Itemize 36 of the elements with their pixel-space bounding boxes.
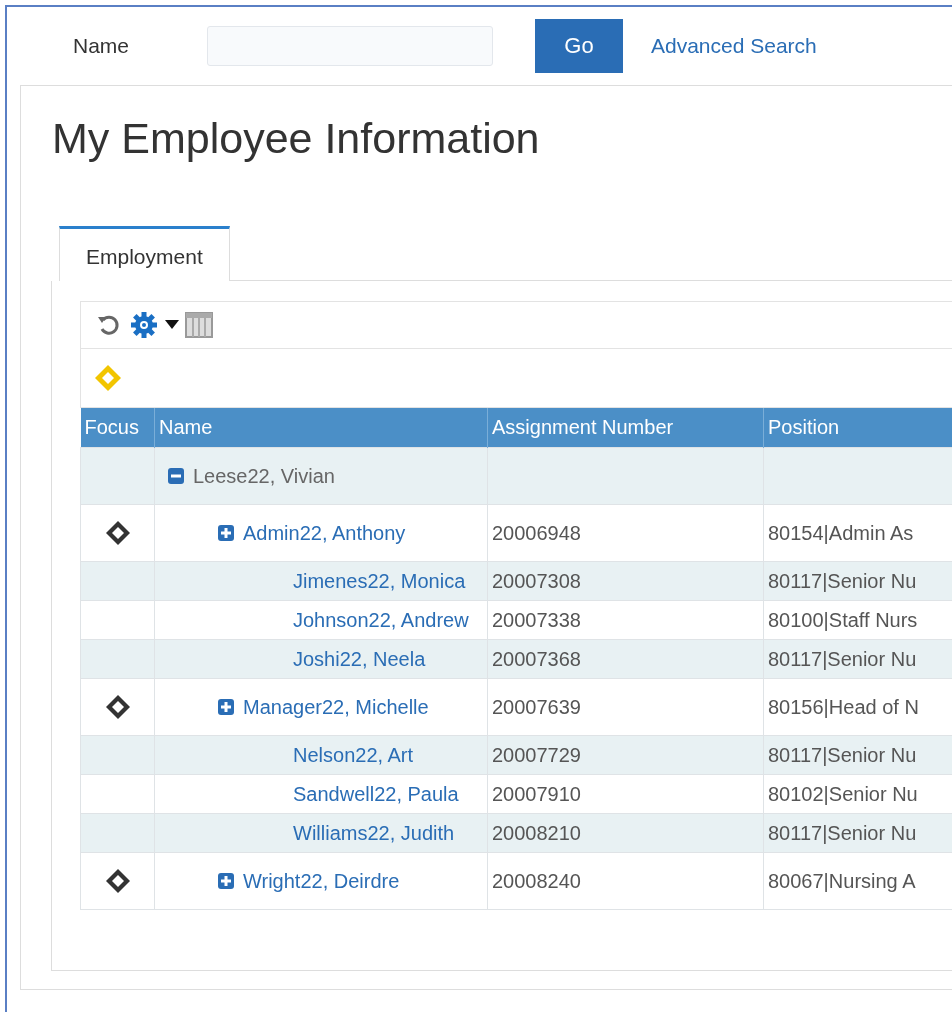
employee-name: Leese22, Vivian xyxy=(193,464,335,488)
position-text: 80100|Staff Nurs xyxy=(768,608,918,631)
assignment-number: 20007368 xyxy=(492,647,581,670)
expand-icon[interactable] xyxy=(217,524,235,542)
tab[interactable]: Employment xyxy=(59,226,230,281)
column-header[interactable]: Assignment Number xyxy=(487,408,764,448)
assignment-number: 20007910 xyxy=(492,782,581,805)
name-field[interactable] xyxy=(207,26,493,66)
collapse-icon[interactable] xyxy=(167,467,185,485)
position-text: 80117|Senior Nu xyxy=(768,569,917,592)
expand-icon[interactable] xyxy=(217,698,235,716)
employee-link[interactable]: Wright22, Deirdre xyxy=(243,869,400,893)
position-text: 80102|Senior Nu xyxy=(768,782,918,805)
assignment-number: 20008210 xyxy=(492,821,581,844)
position-text: 80067|Nursing A xyxy=(768,869,916,892)
assignment-number: 20006948 xyxy=(492,521,581,544)
name-label: Name xyxy=(73,34,131,58)
position-text: 80156|Head of N xyxy=(768,695,919,718)
column-header[interactable]: Position xyxy=(763,408,952,448)
assignment-number: 20007729 xyxy=(492,743,581,766)
go-button[interactable]: Go xyxy=(535,19,623,73)
position-text: 80117|Senior Nu xyxy=(768,647,917,670)
caret-icon[interactable] xyxy=(165,320,179,330)
expand-icon[interactable] xyxy=(217,872,235,890)
assignment-number: 20007639 xyxy=(492,695,581,718)
page-title: My Employee Information xyxy=(52,114,541,164)
assignment-number: 20007338 xyxy=(492,608,581,631)
assignment-number: 20008240 xyxy=(492,869,581,892)
settings-icon[interactable] xyxy=(129,310,159,340)
assignment-number: 20007308 xyxy=(492,569,581,592)
column-header[interactable]: Focus xyxy=(80,408,155,448)
column-header[interactable]: Name xyxy=(154,408,488,448)
position-text: 80117|Senior Nu xyxy=(768,821,917,844)
position-text: 80117|Senior Nu xyxy=(768,743,917,766)
advanced-search-link[interactable]: Advanced Search xyxy=(651,34,817,58)
position-text: 80154|Admin As xyxy=(768,521,914,544)
